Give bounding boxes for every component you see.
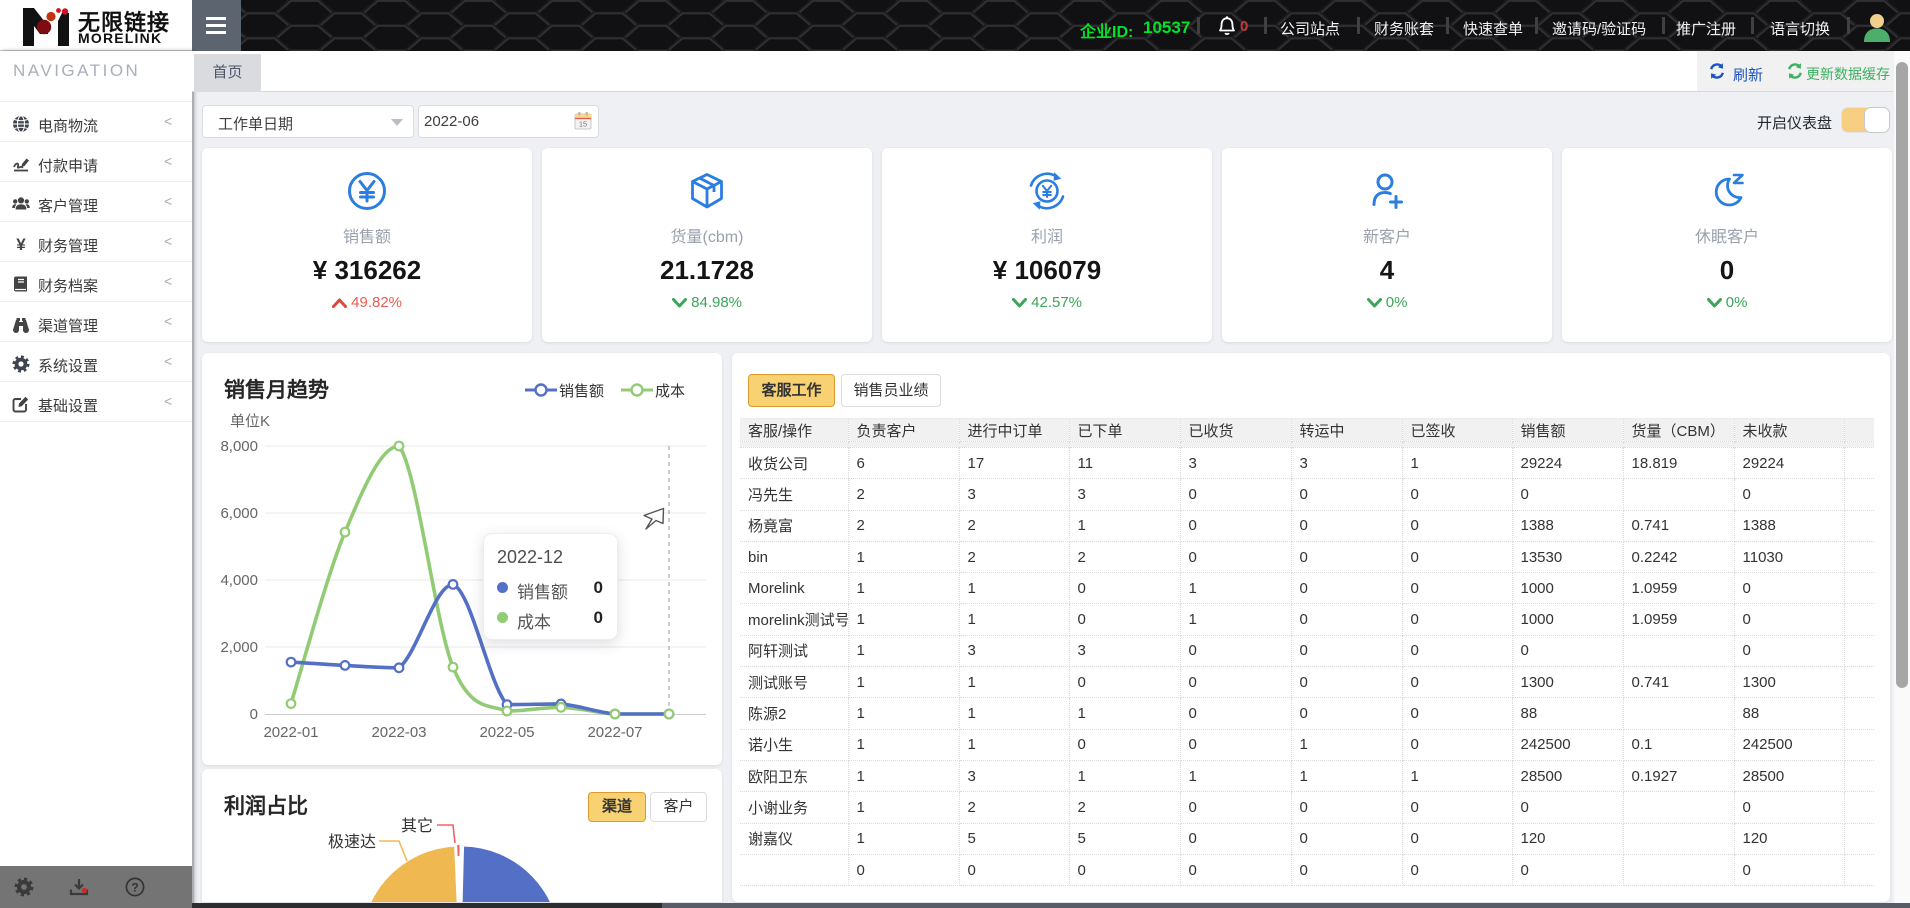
svg-text:2,000: 2,000 <box>220 639 258 656</box>
svg-text:4,000: 4,000 <box>220 572 258 589</box>
svg-text:极速达: 极速达 <box>328 833 376 851</box>
svg-text:销售额: 销售额 <box>559 383 604 400</box>
svg-text:?: ? <box>131 880 138 894</box>
svg-text:单位K: 单位K <box>230 413 270 430</box>
svg-text:其它: 其它 <box>401 817 433 835</box>
svg-text:2022-05: 2022-05 <box>479 724 534 741</box>
svg-text:2022-07: 2022-07 <box>587 724 642 741</box>
svg-text:2022-03: 2022-03 <box>371 724 426 741</box>
svg-text:6,000: 6,000 <box>220 505 258 522</box>
svg-text:0: 0 <box>250 706 258 723</box>
svg-text:成本: 成本 <box>655 383 685 400</box>
svg-text:2022-01: 2022-01 <box>263 724 318 741</box>
svg-text:¥: ¥ <box>16 235 26 253</box>
svg-text:8,000: 8,000 <box>220 438 258 455</box>
svg-text:15: 15 <box>579 120 587 129</box>
